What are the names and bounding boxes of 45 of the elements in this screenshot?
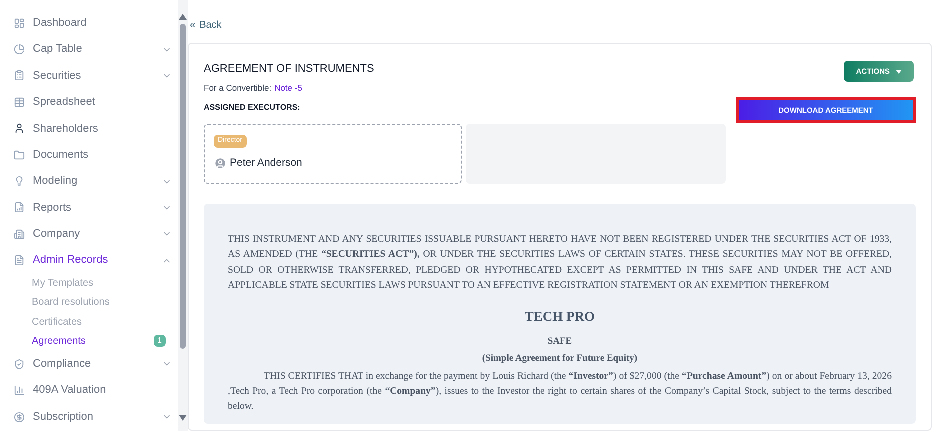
card-title: AGREEMENT OF INSTRUMENTS — [204, 62, 374, 77]
legend-paragraph: THIS INSTRUMENT AND ANY SECURITIES ISSUABLE PURSUANT HERETO HAVE NOT BEEN REGISTERED UNDER THE SECURITIES ACT OF 1933, AS AMENDED (THE “SECURITIES ACT”), OR UNDER THE SECURITIES LAWS OF CERTAIN STATES. THESE SECURITIES MAY NOT BE OFFERED, SOLD OR OTHERWISE TRANSFERRED, PLEDGED OR HYPOTHECATED EXCEPT AS PERMITTED IN THIS SAFE AND UNDER THE ACT AND APPLICABLE STATE SECURITIES LAWS PURSUANT TO AN EFFECTIVE REGISTRATION STATEMENT OR AN EXEMPTION THEREFROM — [228, 233, 892, 293]
sidebar-item[interactable]: Dashboard — [14, 10, 172, 36]
folder-icon — [14, 150, 25, 161]
subtitle-label: For a Convertible: — [204, 82, 272, 94]
scrollbar[interactable] — [178, 0, 188, 431]
executors-heading: ASSIGNED EXECUTORS: — [204, 102, 302, 114]
body-paragraph: THIS CERTIFIES THAT in exchange for the payment by Louis Richard (the “Investor”) of $27,000 (the “Purchase Amount”) on or about February 13, 2026 ,Tech Pro, a Tech Pro corporation (the “Company”), issues to the Investor the right to certain shares of the Company’s Capital Stock, subject to the terms described below. — [228, 370, 892, 414]
bar-chart-icon — [14, 385, 25, 396]
sidebar-item[interactable]: Documents — [14, 142, 172, 168]
sidebar-item[interactable]: Company — [14, 221, 172, 248]
sidebar-item[interactable]: 409A Valuation — [14, 377, 172, 404]
dashboard-icon — [14, 18, 25, 29]
sidebar-item[interactable]: Subscription — [14, 404, 172, 430]
table-icon — [14, 96, 25, 108]
avatar-icon — [214, 157, 227, 170]
submenu-item[interactable]: Board resolutions — [14, 293, 172, 312]
sidebar-item[interactable]: Shareholders — [14, 116, 172, 142]
back-link[interactable]: « Back — [190, 18, 932, 33]
note-link[interactable]: Note -5 — [274, 82, 302, 94]
submenu-item[interactable]: My Templates — [14, 274, 172, 294]
document-type: SAFE — [546, 336, 574, 350]
sidebar-item[interactable]: Compliance — [14, 351, 172, 378]
sidebar-item[interactable]: Spreadsheet — [14, 89, 172, 116]
building-icon — [14, 228, 25, 240]
sidebar-item[interactable]: Modeling — [14, 168, 172, 195]
document-icon — [14, 255, 25, 266]
pie-chart-icon — [14, 44, 25, 56]
report-icon — [14, 202, 25, 214]
executor-name: Peter Anderson — [230, 156, 302, 171]
lightbulb-icon — [14, 176, 25, 188]
submenu-item[interactable]: Certificates — [14, 312, 172, 332]
submenu-item[interactable]: Agreements 1 — [14, 332, 172, 352]
sidebar-item[interactable]: Reports — [14, 194, 172, 222]
shield-icon — [14, 358, 25, 370]
sidebar-item[interactable]: Securities — [14, 62, 172, 90]
clipboard-icon — [14, 70, 25, 82]
caret-icon — [896, 70, 902, 74]
user-icon — [14, 123, 25, 134]
company-name: TECH PRO — [524, 308, 596, 326]
dollar-icon — [14, 412, 25, 423]
sidebar-item[interactable]: Cap Table — [14, 36, 172, 63]
sidebar-item[interactable]: Admin Records — [14, 248, 172, 274]
document-subtitle: (Simple Agreement for Future Equity) — [481, 352, 639, 366]
count-badge: 1 — [154, 335, 166, 348]
